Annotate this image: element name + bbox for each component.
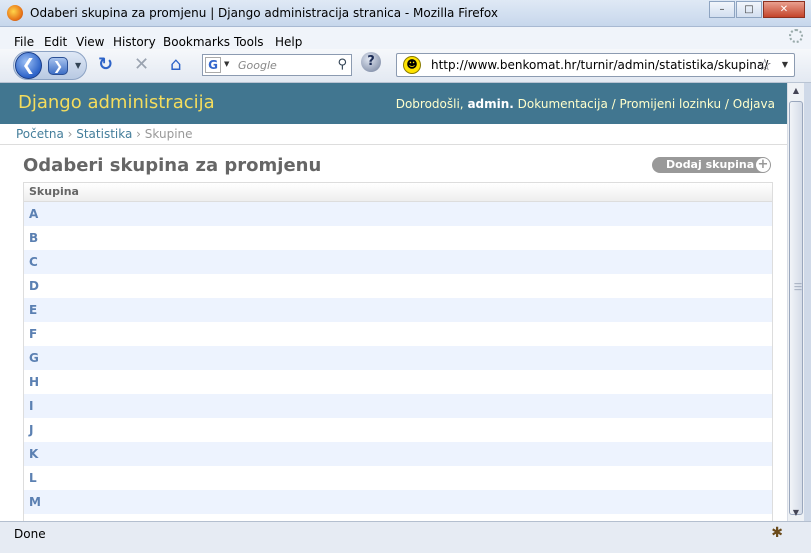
menu-help[interactable]: Help [275, 35, 302, 49]
change-password-link[interactable]: Promijeni lozinku [619, 97, 721, 111]
column-header-skupina[interactable]: Skupina [24, 183, 772, 202]
separator: / [607, 97, 620, 111]
table-row[interactable]: B [24, 226, 772, 250]
table-row[interactable]: L [24, 466, 772, 490]
scrollbar-thumb[interactable]: — — — [789, 101, 803, 515]
documentation-link[interactable]: Dokumentacija [518, 97, 608, 111]
forward-button[interactable]: ❯ [48, 57, 68, 75]
breadcrumb-app-link[interactable]: Statistika [76, 127, 132, 141]
close-button[interactable]: ✕ [763, 1, 805, 18]
menu-history[interactable]: History [113, 35, 156, 49]
welcome-text: Dobrodošli, [395, 97, 468, 111]
menu-view[interactable]: View [76, 35, 104, 49]
table-row[interactable]: C [24, 250, 772, 274]
maximize-button[interactable]: □ [736, 1, 762, 18]
page-title: Odaberi skupina za promjenu [23, 155, 322, 176]
status-bar: Done ✱ [0, 521, 811, 553]
throbber-icon [789, 29, 803, 43]
menu-bar: File Edit View History Bookmarks Tools Help [0, 27, 811, 49]
results-table: Skupina ABCDEFGHIJKLMN [23, 182, 773, 521]
menu-tools[interactable]: Tools [234, 35, 264, 49]
page-viewport: Django administracija Dobrodošli, admin.… [0, 83, 787, 521]
scroll-down-icon[interactable]: ▼ [788, 505, 804, 521]
table-row[interactable]: F [24, 322, 772, 346]
username: admin. [467, 97, 514, 111]
bookmark-star-icon[interactable]: ☆ [758, 55, 772, 74]
table-row[interactable]: G [24, 346, 772, 370]
user-tools: Dobrodošli, admin. Dokumentacija / Promi… [396, 97, 775, 111]
search-icon[interactable]: ⚲ [337, 57, 347, 72]
firebug-icon[interactable]: ✱ [771, 525, 783, 541]
add-skupina-button[interactable]: Dodaj skupina + [652, 157, 771, 173]
window-titlebar: Odaberi skupina za promjenu | Django adm… [0, 0, 811, 27]
grip-icon: — — — [794, 279, 802, 294]
back-forward-group: ❮ ❯ ▼ [13, 51, 87, 80]
window-frame [804, 83, 811, 521]
breadcrumb-current: Skupine [144, 127, 193, 141]
table-row[interactable]: J [24, 418, 772, 442]
search-box[interactable]: G ▼ Google ⚲ [202, 54, 352, 76]
home-icon[interactable]: ⌂ [170, 55, 181, 75]
site-identity-icon[interactable]: ☻ [403, 56, 421, 74]
logout-link[interactable]: Odjava [733, 97, 775, 111]
help-icon[interactable]: ? [361, 52, 381, 72]
table-row[interactable]: M [24, 490, 772, 514]
status-text: Done [14, 527, 46, 541]
url-dropdown-icon[interactable]: ▼ [782, 60, 788, 69]
breadcrumb-separator: › [132, 127, 145, 141]
admin-header: Django administracija Dobrodošli, admin.… [0, 83, 787, 124]
search-placeholder[interactable]: Google [238, 59, 277, 72]
table-row[interactable]: E [24, 298, 772, 322]
breadcrumb: Početna › Statistika › Skupine [0, 124, 787, 145]
firefox-icon [7, 5, 23, 21]
plus-icon[interactable]: + [756, 158, 770, 172]
stop-icon[interactable]: ✕ [134, 55, 149, 75]
menu-file[interactable]: File [14, 35, 34, 49]
add-button-label[interactable]: Dodaj skupina [666, 158, 754, 171]
table-row[interactable]: D [24, 274, 772, 298]
google-engine-icon[interactable]: G [205, 57, 221, 73]
table-row[interactable]: H [24, 370, 772, 394]
table-row[interactable]: K [24, 442, 772, 466]
breadcrumb-separator: › [63, 127, 77, 141]
minimize-button[interactable]: – [709, 1, 735, 18]
url-text[interactable]: http://www.benkomat.hr/turnir/admin/stat… [431, 58, 768, 72]
table-row[interactable]: I [24, 394, 772, 418]
menu-bookmarks[interactable]: Bookmarks [163, 35, 230, 49]
site-brand[interactable]: Django administracija [18, 92, 215, 113]
table-row[interactable]: N [24, 514, 772, 521]
separator: / [721, 97, 733, 111]
menu-edit[interactable]: Edit [44, 35, 67, 49]
reload-icon[interactable]: ↻ [98, 55, 113, 75]
scroll-up-icon[interactable]: ▲ [788, 83, 804, 99]
window-title: Odaberi skupina za promjenu | Django adm… [30, 6, 498, 20]
engine-dropdown-icon[interactable]: ▼ [224, 60, 229, 68]
window-controls: – □ ✕ [708, 1, 805, 18]
breadcrumb-home-link[interactable]: Početna [16, 127, 64, 141]
vertical-scrollbar[interactable]: ▲ — — — ▼ [787, 83, 804, 521]
address-bar[interactable]: ☻ http://www.benkomat.hr/turnir/admin/st… [396, 53, 795, 77]
table-row[interactable]: A [24, 202, 772, 226]
navigation-toolbar: ❮ ❯ ▼ ↻ ✕ ⌂ G ▼ Google ⚲ ? ☻ http://www.… [0, 49, 811, 83]
history-dropdown-icon[interactable]: ▼ [75, 61, 81, 70]
back-button[interactable]: ❮ [15, 52, 42, 79]
